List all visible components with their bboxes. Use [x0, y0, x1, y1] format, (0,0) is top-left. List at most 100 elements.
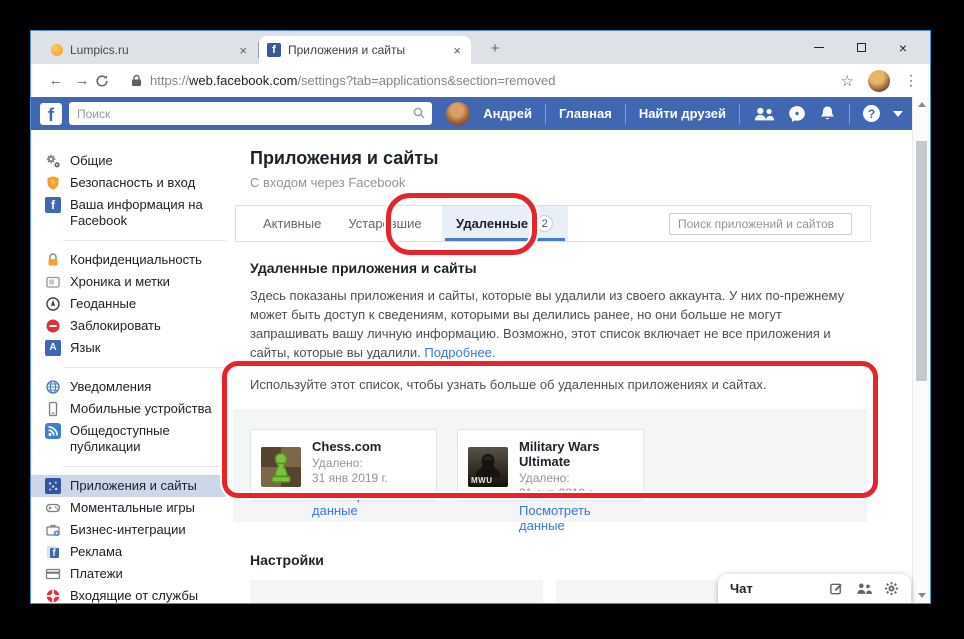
- maximize-icon: [857, 43, 866, 52]
- sidebar-item-mobile[interactable]: Мобильные устройства: [31, 398, 226, 420]
- reload-icon[interactable]: [95, 74, 121, 88]
- briefcase-gear-icon: [45, 522, 61, 538]
- url-domain: web.facebook.com: [189, 73, 297, 88]
- find-friends-link[interactable]: Найти друзей: [639, 106, 726, 121]
- user-name-link[interactable]: Андрей: [483, 106, 532, 121]
- sidebar-item-label: Безопасность и вход: [70, 175, 195, 191]
- sidebar-item-label: Общедоступные публикации: [70, 423, 218, 455]
- browser-tab-lumpics[interactable]: Lumpics.ru ×: [43, 37, 257, 63]
- minimize-button[interactable]: [798, 31, 840, 64]
- contacts-icon[interactable]: [856, 582, 872, 595]
- tab-close-icon[interactable]: ×: [451, 43, 463, 58]
- maximize-button[interactable]: [840, 31, 882, 64]
- sidebar-item-label: Платежи: [70, 566, 123, 582]
- back-icon[interactable]: ←: [43, 72, 69, 89]
- sidebar-item-ads[interactable]: Реклама: [31, 541, 226, 563]
- apps-search-input[interactable]: [669, 213, 852, 235]
- facebook-search: [69, 102, 432, 125]
- facebook-search-input[interactable]: [69, 102, 432, 125]
- ads-icon: [45, 544, 61, 560]
- padlock-icon: [131, 74, 142, 87]
- rss-icon: [45, 423, 61, 439]
- facebook-header: f Андрей Главная Найти друзей: [31, 97, 912, 130]
- sidebar-item-privacy[interactable]: Конфиденциальность: [31, 249, 226, 271]
- shield-icon: [45, 175, 61, 191]
- window-controls: ×: [798, 31, 924, 64]
- apps-tabbar: Активные Устаревшие Удаленные 2: [235, 205, 871, 242]
- tab-close-icon[interactable]: ×: [237, 43, 249, 58]
- forward-icon[interactable]: →: [69, 72, 95, 89]
- header-divider: [545, 104, 546, 124]
- url-path: /settings?tab=applications&section=remov…: [297, 73, 555, 88]
- sidebar-item-blocking[interactable]: Заблокировать: [31, 315, 226, 337]
- timeline-frame-icon: [45, 274, 61, 290]
- sidebar-item-label: Мобильные устройства: [70, 401, 212, 417]
- facebook-header-right: Андрей Главная Найти друзей ?: [446, 102, 903, 126]
- url-text[interactable]: https://web.facebook.com/settings?tab=ap…: [150, 73, 555, 88]
- user-avatar[interactable]: [446, 102, 470, 126]
- url-scheme: https://: [150, 73, 189, 88]
- scroll-down-icon[interactable]: [918, 593, 926, 598]
- language-icon: A: [45, 340, 61, 356]
- notifications-bell-icon[interactable]: [819, 105, 836, 122]
- close-button[interactable]: ×: [882, 31, 924, 64]
- removed-section-description: Здесь показаны приложения и сайты, котор…: [250, 286, 862, 362]
- browser-profile-avatar[interactable]: [868, 70, 890, 92]
- home-link[interactable]: Главная: [559, 106, 612, 121]
- settings-section-heading: Настройки: [250, 552, 912, 568]
- new-tab-button[interactable]: +: [483, 38, 507, 58]
- phone-icon: [45, 401, 61, 417]
- sidebar-divider: [63, 240, 226, 241]
- browser-tabstrip: Lumpics.ru × f Приложения и сайты × + ×: [31, 31, 930, 64]
- gears-icon: [45, 153, 61, 169]
- sidebar-item-language[interactable]: A Язык: [31, 337, 226, 359]
- browser-menu-icon[interactable]: ⋮: [904, 72, 918, 89]
- sidebar-item-apps-websites[interactable]: Приложения и сайты: [31, 475, 226, 497]
- messenger-icon[interactable]: [788, 105, 806, 123]
- chat-panel[interactable]: Чат: [718, 574, 911, 603]
- removed-count-badge: 2: [536, 215, 553, 232]
- sidebar-item-label: Ваша информация на Facebook: [70, 197, 218, 229]
- tab-title: Lumpics.ru: [70, 43, 230, 57]
- lock-icon: [45, 252, 61, 268]
- sidebar-item-public-posts[interactable]: Общедоступные публикации: [31, 420, 226, 458]
- settings-sidebar: Общие Безопасность и вход f Ваша информа…: [31, 130, 226, 603]
- sidebar-item-label: Хроника и метки: [70, 274, 170, 290]
- scroll-up-icon[interactable]: [918, 102, 926, 107]
- chat-settings-gear-icon[interactable]: [884, 581, 899, 596]
- description-text: Здесь показаны приложения и сайты, котор…: [250, 288, 844, 360]
- view-data-link[interactable]: Посмотреть данные: [519, 503, 633, 533]
- facebook-f-icon: f: [45, 197, 61, 213]
- sidebar-item-payments[interactable]: Платежи: [31, 563, 226, 585]
- tab-active-apps[interactable]: Активные: [263, 206, 321, 241]
- scrollbar-thumb[interactable]: [916, 141, 927, 381]
- help-icon[interactable]: ?: [863, 105, 880, 122]
- annotation-removed-tab-highlight: [386, 193, 537, 255]
- search-icon: [413, 107, 425, 119]
- sidebar-item-location[interactable]: Геоданные: [31, 293, 226, 315]
- chevron-down-icon[interactable]: [893, 111, 903, 117]
- sidebar-item-support-inbox[interactable]: Входящие от службы поддержки: [31, 585, 226, 604]
- page-title: Приложения и сайты: [250, 148, 912, 169]
- sidebar-item-label: Язык: [70, 340, 100, 356]
- sidebar-item-business-integrations[interactable]: Бизнес-интеграции: [31, 519, 226, 541]
- sidebar-item-instant-games[interactable]: Моментальные игры: [31, 497, 226, 519]
- new-message-icon[interactable]: [829, 581, 844, 596]
- bookmark-star-icon[interactable]: ☆: [841, 72, 854, 90]
- facebook-logo-icon[interactable]: f: [40, 103, 62, 125]
- page-scrollbar[interactable]: [912, 97, 930, 603]
- browser-tab-facebook[interactable]: f Приложения и сайты ×: [259, 36, 471, 64]
- sidebar-item-notifications[interactable]: Уведомления: [31, 376, 226, 398]
- page-subtitle: С входом через Facebook: [250, 175, 912, 190]
- chat-label: Чат: [730, 581, 817, 596]
- sidebar-item-security[interactable]: Безопасность и вход: [31, 172, 226, 194]
- sidebar-item-your-facebook-information[interactable]: f Ваша информация на Facebook: [31, 194, 226, 232]
- friend-requests-icon[interactable]: [753, 106, 775, 122]
- browser-window: Lumpics.ru × f Приложения и сайты × + × …: [30, 30, 931, 604]
- settings-card-apps-websites-games[interactable]: Приложения, сайты и игры: [250, 580, 543, 604]
- sidebar-item-label: Моментальные игры: [70, 500, 195, 516]
- learn-more-link[interactable]: Подробнее.: [424, 345, 495, 360]
- sidebar-item-timeline-tagging[interactable]: Хроника и метки: [31, 271, 226, 293]
- sidebar-divider: [63, 367, 226, 368]
- sidebar-item-general[interactable]: Общие: [31, 150, 226, 172]
